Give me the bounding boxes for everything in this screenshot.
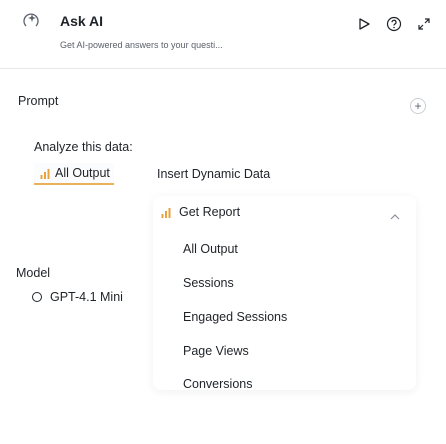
dropdown-item-sessions[interactable]: Sessions xyxy=(183,276,234,290)
chart-icon xyxy=(161,207,171,218)
model-label: Model xyxy=(16,266,51,280)
dropdown-item-all-output[interactable]: All Output xyxy=(183,242,238,256)
dropdown-header[interactable]: Get Report xyxy=(161,205,240,219)
panel-subtitle: Get AI-powered answers to your questi... xyxy=(60,40,223,50)
model-select[interactable]: GPT-4.1 Mini xyxy=(32,290,123,304)
dynamic-data-chip[interactable]: All Output xyxy=(34,163,114,185)
play-icon[interactable] xyxy=(354,14,374,34)
chip-label: All Output xyxy=(55,166,110,180)
prompt-text[interactable]: Analyze this data: xyxy=(34,140,133,154)
header-divider xyxy=(0,68,446,69)
add-icon[interactable]: + xyxy=(410,98,426,114)
dropdown-item-conversions[interactable]: Conversions xyxy=(183,377,252,391)
panel-title: Ask AI xyxy=(60,13,104,29)
dynamic-data-dropdown: Get Report All Output Sessions Engaged S… xyxy=(153,196,416,391)
help-icon[interactable] xyxy=(384,14,404,34)
ask-ai-panel: Ask AI Get AI-powered answers to your qu… xyxy=(0,0,446,444)
chevron-up-icon[interactable] xyxy=(390,208,400,220)
expand-icon[interactable] xyxy=(414,14,434,34)
chart-icon xyxy=(40,168,50,179)
model-option-icon xyxy=(32,292,42,302)
model-selected-value: GPT-4.1 Mini xyxy=(50,290,123,304)
insert-dynamic-data-link[interactable]: Insert Dynamic Data xyxy=(157,167,270,181)
header-actions xyxy=(354,14,434,34)
dropdown-item-page-views[interactable]: Page Views xyxy=(183,344,249,358)
dropdown-header-label: Get Report xyxy=(179,205,241,219)
dropdown-item-engaged-sessions[interactable]: Engaged Sessions xyxy=(183,310,287,324)
prompt-label: Prompt xyxy=(18,94,59,108)
sparkle-icon xyxy=(22,11,42,31)
